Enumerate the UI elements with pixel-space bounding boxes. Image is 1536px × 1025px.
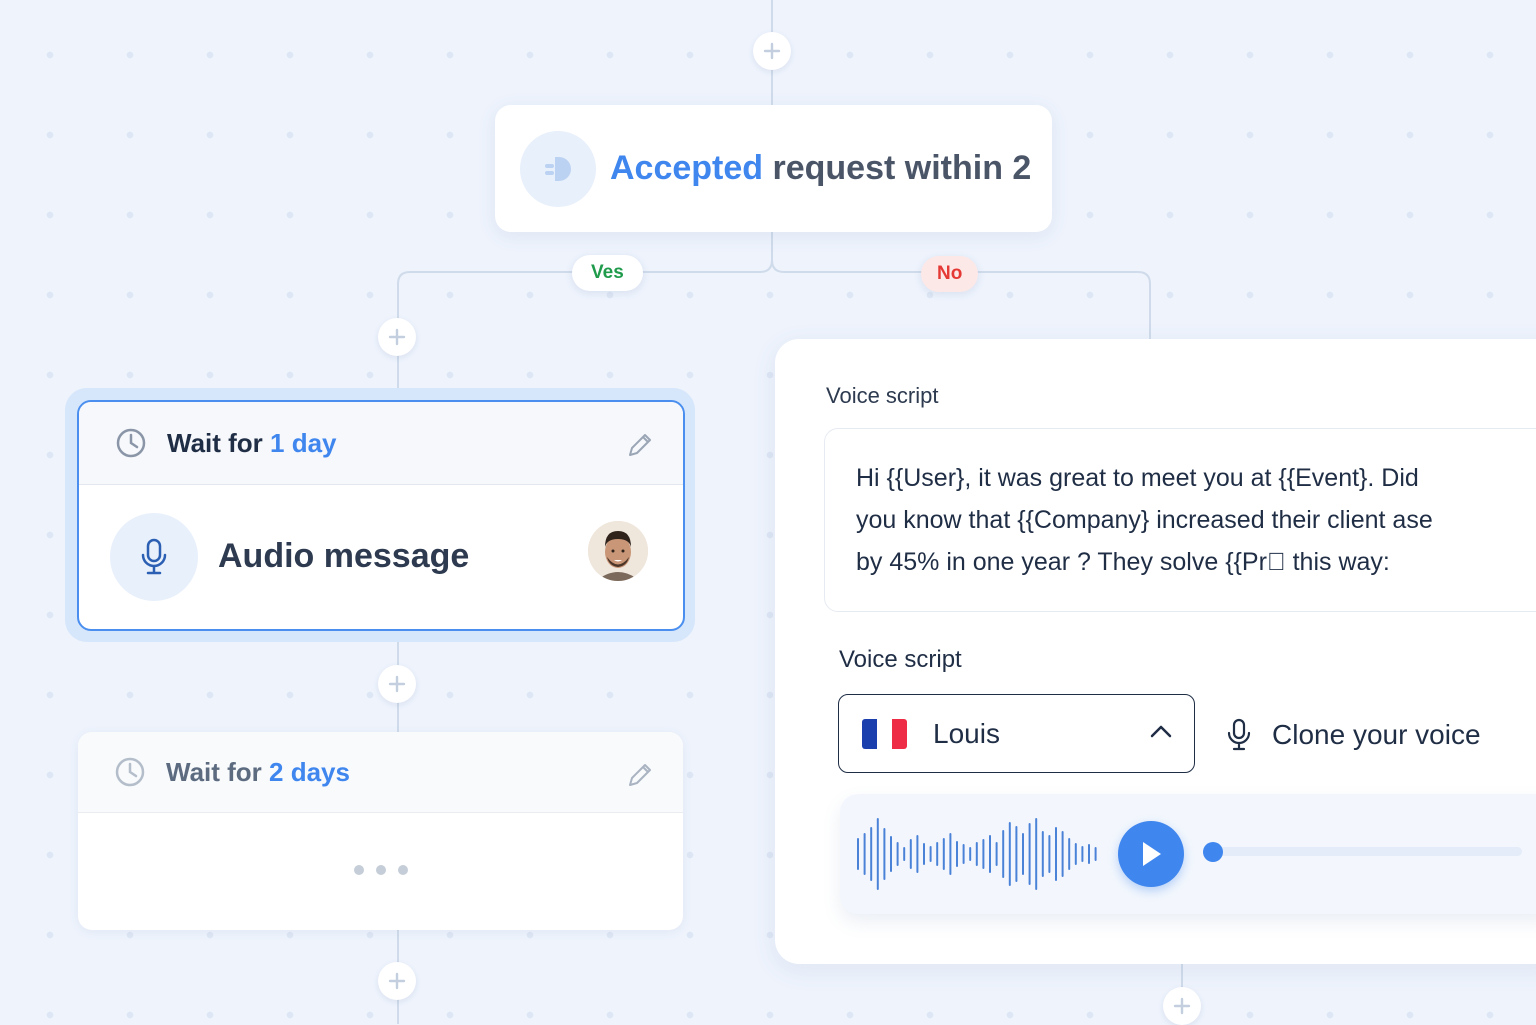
- clone-voice-label: Clone your voice: [1272, 719, 1481, 750]
- script-line: Hi {{User}, it was great to meet you at …: [856, 464, 1419, 492]
- wait-prefix: Wait for: [167, 427, 271, 458]
- plus-icon: [388, 675, 406, 693]
- plus-icon: [388, 328, 406, 346]
- condition-node[interactable]: Accepted request within 2: [495, 105, 1052, 232]
- wait-title: Wait for 1 day: [167, 428, 337, 459]
- clone-voice-button[interactable]: Clone your voice: [1226, 718, 1481, 752]
- pencil-icon[interactable]: [625, 760, 655, 795]
- clock-icon: [116, 428, 146, 458]
- voice-select[interactable]: Louis: [838, 694, 1195, 773]
- microphone-icon: [1227, 718, 1251, 751]
- add-step-button[interactable]: [1163, 987, 1201, 1025]
- avatar: [588, 521, 648, 581]
- condition-rest: request within 2: [763, 149, 1032, 187]
- chevron-up-icon: [1150, 723, 1172, 744]
- clock-icon: [115, 757, 145, 787]
- add-step-button[interactable]: [378, 318, 416, 356]
- audio-message-step[interactable]: Wait for 1 day Audio message: [77, 400, 685, 631]
- add-step-button[interactable]: [753, 32, 791, 70]
- linkedin-connect-icon: [520, 130, 596, 207]
- script-line: you know that {{Company} increased their…: [856, 506, 1433, 534]
- voice-script-text: Hi {{User}, it was great to meet you at …: [856, 457, 1536, 583]
- play-icon: [1143, 842, 1161, 866]
- script-line: by 45% in one year ? They solve {{Pr  th…: [856, 548, 1390, 576]
- wait-value: 1 day: [270, 427, 337, 458]
- voice-script-textarea[interactable]: Hi {{User}, it was great to meet you at …: [824, 428, 1536, 612]
- wait-step[interactable]: Wait for 2 days: [78, 732, 683, 930]
- audio-progress-track[interactable]: [1212, 847, 1522, 856]
- voice-script-label: Voice script: [826, 383, 939, 408]
- voice-select-value: Louis: [933, 717, 1000, 749]
- audio-message-body: Audio message: [79, 485, 683, 628]
- condition-title: Accepted request within 2: [610, 149, 1031, 188]
- plus-icon: [763, 42, 781, 60]
- audio-progress-knob[interactable]: [1203, 842, 1223, 862]
- france-flag-icon: [862, 718, 907, 749]
- wait-value: 2 days: [269, 756, 350, 787]
- audio-message-label: Audio message: [218, 537, 470, 575]
- branch-yes-badge[interactable]: Ves: [572, 255, 643, 291]
- audio-player: [840, 794, 1536, 914]
- microphone-icon: [110, 512, 198, 601]
- wait-title: Wait for 2 days: [166, 757, 350, 788]
- wait-header: Wait for 2 days: [78, 732, 683, 813]
- pencil-icon[interactable]: [625, 430, 655, 465]
- condition-highlight: Accepted: [610, 149, 764, 187]
- voice-select-label: Voice script: [839, 646, 962, 673]
- wait-header: Wait for 1 day: [79, 402, 683, 485]
- loading-dots: [78, 865, 683, 875]
- add-step-button[interactable]: [378, 962, 416, 1000]
- plus-icon: [1173, 997, 1191, 1015]
- add-step-button[interactable]: [378, 665, 416, 703]
- branch-no-badge[interactable]: No: [921, 256, 979, 292]
- plus-icon: [388, 972, 406, 990]
- play-button[interactable]: [1118, 821, 1184, 887]
- waveform: [857, 818, 1097, 890]
- wait-prefix: Wait for: [166, 756, 270, 787]
